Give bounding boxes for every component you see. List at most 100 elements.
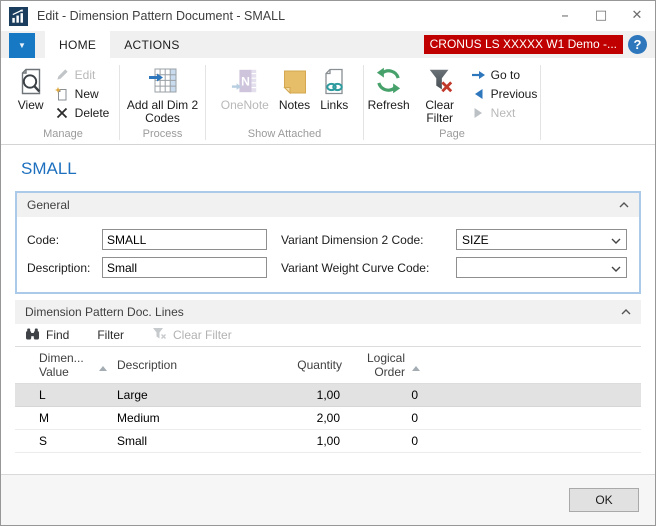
cell-description[interactable]: Medium (117, 411, 282, 425)
links-button-label: Links (320, 99, 348, 112)
column-header-dimension-value[interactable]: Dimen... Value (39, 351, 99, 379)
clear-filter-line-button[interactable]: Clear Filter (152, 327, 232, 343)
maximize-button[interactable]: □ (583, 1, 619, 29)
refresh-icon (374, 65, 403, 95)
dropdown-chevron-icon[interactable] (611, 261, 621, 275)
ok-button[interactable]: OK (569, 488, 639, 512)
onenote-icon: N (231, 65, 259, 95)
next-button[interactable]: Next (467, 103, 542, 122)
pencil-icon (55, 67, 70, 82)
cell-dimension-value[interactable]: M (39, 411, 99, 425)
previous-button[interactable]: Previous (467, 84, 542, 103)
clear-filter-button-label: Clear Filter (420, 99, 460, 125)
description-label: Description: (27, 261, 102, 275)
go-to-arrow-icon (471, 67, 486, 82)
variant-dimension-2-code-label: Variant Dimension 2 Code: (281, 233, 456, 247)
cell-dimension-value[interactable]: L (39, 388, 99, 402)
onenote-button[interactable]: N OneNote (216, 61, 274, 112)
window-title: Edit - Dimension Pattern Document - SMAL… (37, 9, 547, 23)
close-button[interactable]: ✕ (619, 1, 655, 29)
cell-description[interactable]: Large (117, 388, 282, 402)
variant-dimension-2-code-select[interactable]: SIZE (456, 229, 627, 250)
add-all-dim2-label: Add all Dim 2 Codes (127, 99, 199, 125)
filter-label: Filter (97, 328, 124, 342)
ribbon-group-label-process: Process (120, 128, 205, 144)
app-window: Edit - Dimension Pattern Document - SMAL… (0, 0, 656, 526)
new-button-label: New (75, 87, 99, 101)
edit-button[interactable]: Edit (51, 65, 114, 84)
svg-text:N: N (241, 75, 250, 89)
lines-toolbar: Find Filter Clear Filter (15, 324, 641, 347)
general-section-header[interactable]: General (17, 193, 639, 217)
tab-actions[interactable]: ACTIONS (110, 31, 193, 58)
cell-quantity[interactable]: 2,00 (282, 411, 342, 425)
delete-button[interactable]: Delete (51, 103, 114, 122)
add-all-dim2-button[interactable]: Add all Dim 2 Codes (122, 61, 204, 125)
filter-button[interactable]: Filter (97, 328, 124, 342)
lines-section-header[interactable]: Dimension Pattern Doc. Lines (15, 300, 641, 324)
dialog-footer: OK (1, 474, 655, 525)
page-content: SMALL General Code: Variant Dimension 2 … (1, 145, 655, 474)
onenote-button-label: OneNote (221, 99, 269, 112)
ribbon-group-manage: View Edit New (7, 61, 119, 144)
binoculars-icon (25, 327, 40, 343)
new-document-icon (55, 86, 70, 101)
ribbon-group-page: Refresh Clear Filter Go to (364, 61, 540, 144)
code-input[interactable] (102, 229, 267, 250)
lines-table-header: Dimen... Value Description Quantity Logi… (15, 347, 641, 384)
notes-button[interactable]: Notes (274, 61, 315, 112)
ribbon-group-process: Add all Dim 2 Codes Process (120, 61, 205, 144)
ribbon: View Edit New (1, 58, 655, 145)
window-controls: – □ ✕ (547, 1, 655, 29)
collapse-chevron-icon[interactable] (621, 309, 631, 315)
table-grid-arrow-icon (148, 65, 178, 95)
table-row[interactable]: M Medium 2,00 0 (15, 407, 641, 430)
sort-ascending-icon[interactable] (412, 366, 420, 371)
general-section: General Code: Variant Dimension 2 Code: … (15, 191, 641, 294)
table-row[interactable]: L Large 1,00 0 (15, 384, 641, 407)
tab-row: ▼ HOME ACTIONS CRONUS LS XXXXX W1 Demo -… (1, 31, 655, 58)
help-icon[interactable]: ? (628, 35, 647, 54)
sticky-note-icon (282, 65, 308, 95)
find-button[interactable]: Find (25, 327, 69, 343)
tab-home[interactable]: HOME (45, 31, 110, 58)
table-row[interactable]: S Small 1,00 0 (15, 430, 641, 453)
cell-dimension-value[interactable]: S (39, 434, 99, 448)
view-icon (18, 65, 44, 95)
cell-quantity[interactable]: 1,00 (282, 434, 342, 448)
column-header-description[interactable]: Description (117, 358, 282, 372)
column-header-quantity[interactable]: Quantity (282, 358, 342, 372)
variant-weight-curve-code-select[interactable] (456, 257, 627, 278)
cell-logical-order[interactable]: 0 (342, 434, 420, 448)
refresh-button[interactable]: Refresh (363, 61, 415, 112)
company-badge: CRONUS LS XXXXX W1 Demo -... (424, 35, 623, 54)
sort-ascending-icon[interactable] (99, 366, 117, 371)
cell-logical-order[interactable]: 0 (342, 388, 420, 402)
links-button[interactable]: Links (315, 61, 353, 112)
ribbon-group-label-page: Page (364, 128, 540, 144)
minimize-button[interactable]: – (547, 1, 583, 29)
go-to-button[interactable]: Go to (467, 65, 542, 84)
cell-logical-order[interactable]: 0 (342, 411, 420, 425)
clear-filter-icon (426, 65, 454, 95)
dropdown-chevron-icon[interactable] (611, 233, 621, 247)
links-icon (321, 65, 347, 95)
column-header-logical-order[interactable]: Logical Order (342, 351, 420, 379)
code-label: Code: (27, 233, 102, 247)
view-button[interactable]: View (13, 61, 49, 112)
clear-filter-button[interactable]: Clear Filter (415, 61, 465, 125)
variant-dimension-2-code-value: SIZE (462, 233, 611, 247)
application-menu-button[interactable]: ▼ (9, 33, 35, 58)
variant-weight-curve-code-label: Variant Weight Curve Code: (281, 261, 456, 275)
edit-button-label: Edit (75, 68, 96, 82)
cell-quantity[interactable]: 1,00 (282, 388, 342, 402)
new-button[interactable]: New (51, 84, 114, 103)
collapse-chevron-icon[interactable] (619, 202, 629, 208)
titlebar: Edit - Dimension Pattern Document - SMAL… (1, 1, 655, 31)
cell-description[interactable]: Small (117, 434, 282, 448)
next-triangle-icon (471, 105, 486, 120)
ribbon-group-show-attached: N OneNote Notes Links Show Atta (206, 61, 363, 144)
lines-section-title: Dimension Pattern Doc. Lines (25, 305, 184, 319)
description-input[interactable] (102, 257, 267, 278)
general-section-title: General (27, 198, 70, 212)
